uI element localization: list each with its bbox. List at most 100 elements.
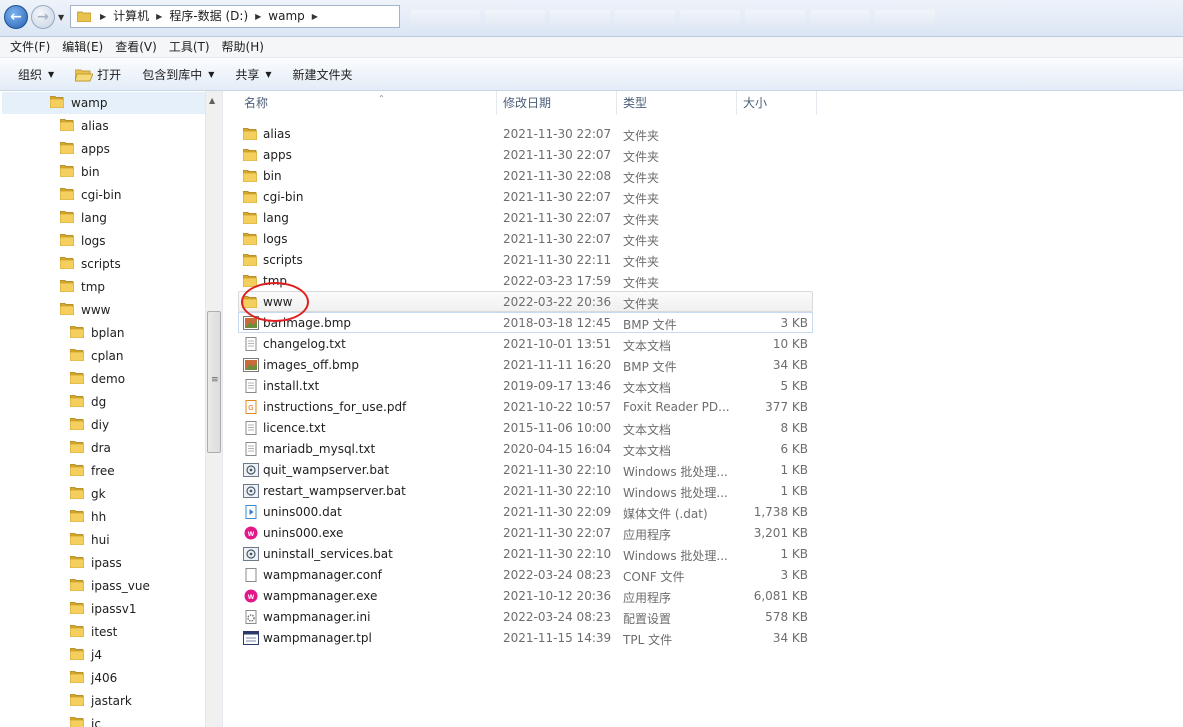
nav-item[interactable]: free	[69, 460, 115, 482]
folder-icon	[69, 417, 85, 433]
menu-item[interactable]: 查看(V)	[109, 38, 163, 57]
nav-item[interactable]: dg	[69, 391, 106, 413]
nav-item[interactable]: itest	[69, 621, 117, 643]
file-date: 2022-03-24 08:23	[503, 610, 612, 624]
nav-item[interactable]: bplan	[69, 322, 125, 344]
file-row[interactable]: unins000.dat 2021-11-30 22:09 媒体文件 (.dat) 1…	[238, 501, 813, 522]
menu-item[interactable]: 工具(T)	[163, 38, 216, 57]
navigation-pane[interactable]: wamp alias apps bin cgi-bin lang logs scripts tm…	[0, 91, 205, 727]
file-row[interactable]: restart_wampserver.bat 2021-11-30 22:10 Wi…	[238, 480, 813, 501]
nav-item[interactable]: dra	[69, 437, 111, 459]
folder-icon	[59, 164, 75, 180]
file-type: 文件夹	[623, 255, 660, 269]
menu-item[interactable]: 帮助(H)	[216, 38, 270, 57]
open-button[interactable]: 打开	[67, 63, 129, 87]
nav-item[interactable]: scripts	[59, 253, 121, 275]
file-row[interactable]: mariadb_mysql.txt 2020-04-15 16:04 文本文档 6 K…	[238, 438, 813, 459]
column-header-type[interactable]: 类型	[617, 91, 737, 115]
file-name: instructions_for_use.pdf	[263, 400, 407, 414]
scroll-thumb[interactable]: ≡	[207, 311, 221, 453]
breadcrumb-separator-icon[interactable]: ▶	[255, 9, 261, 24]
nav-item[interactable]: tmp	[59, 276, 105, 298]
breadcrumb-separator-icon[interactable]: ▶	[100, 9, 106, 24]
back-button[interactable]: ←	[4, 5, 28, 29]
nav-item[interactable]: demo	[69, 368, 125, 390]
file-type: Windows 批处理...	[623, 486, 728, 500]
file-type: 文件夹	[623, 297, 660, 311]
file-row[interactable]: cgi-bin 2021-11-30 22:07 文件夹	[238, 186, 813, 207]
nav-item[interactable]: logs	[59, 230, 106, 252]
file-row[interactable]: barimage.bmp 2018-03-18 12:45 BMP 文件 3 KB	[238, 312, 813, 333]
column-header-date[interactable]: 修改日期	[497, 91, 617, 115]
nav-scrollbar[interactable]: ▲ ≡	[205, 91, 222, 727]
file-date: 2021-11-11 16:20	[503, 358, 612, 372]
include-in-library-button[interactable]: 包含到库中 ▼	[134, 63, 222, 87]
nav-item[interactable]: gk	[69, 483, 106, 505]
file-row[interactable]: bin 2021-11-30 22:08 文件夹	[238, 165, 813, 186]
file-date: 2021-11-30 22:10	[503, 484, 612, 498]
file-row[interactable]: Ginstructions_for_use.pdf 2021-10-22 10:5…	[238, 396, 813, 417]
column-header-name[interactable]: 名称 ⌃	[238, 91, 497, 115]
file-name: lang	[263, 211, 289, 225]
file-size: 3 KB	[780, 316, 808, 330]
file-row[interactable]: scripts 2021-11-30 22:11 文件夹	[238, 249, 813, 270]
new-folder-button[interactable]: 新建文件夹	[285, 63, 361, 87]
file-row[interactable]: wampmanager.conf 2022-03-24 08:23 CONF 文件 3…	[238, 564, 813, 585]
nav-item[interactable]: hh	[69, 506, 106, 528]
share-button[interactable]: 共享 ▼	[227, 63, 279, 87]
nav-item[interactable]: www	[59, 299, 110, 321]
nav-item[interactable]: cgi-bin	[59, 184, 121, 206]
file-row[interactable]: apps 2021-11-30 22:07 文件夹	[238, 144, 813, 165]
nav-item[interactable]: jastark	[69, 690, 132, 712]
scroll-up-arrow-icon[interactable]: ▲	[209, 96, 215, 105]
folder-icon	[69, 325, 85, 341]
nav-item[interactable]: alias	[59, 115, 109, 137]
file-row[interactable]: wampmanager.ini 2022-03-24 08:23 配置设置 578 K…	[238, 606, 813, 627]
file-row[interactable]: changelog.txt 2021-10-01 13:51 文本文档 10 KB	[238, 333, 813, 354]
nav-item[interactable]: ipassv1	[69, 598, 137, 620]
nav-item[interactable]: jc	[69, 713, 101, 727]
nav-item[interactable]: hui	[69, 529, 110, 551]
file-type: 文件夹	[623, 276, 660, 290]
file-row[interactable]: w unins000.exe 2021-11-30 22:07 应用程序 3,201 K…	[238, 522, 813, 543]
nav-item[interactable]: cplan	[69, 345, 124, 367]
file-row[interactable]: w wampmanager.exe 2021-10-12 20:36 应用程序 6,08…	[238, 585, 813, 606]
menu-item[interactable]: 文件(F)	[4, 38, 56, 57]
nav-item-selected[interactable]: wamp	[2, 92, 205, 114]
file-row[interactable]: quit_wampserver.bat 2021-11-30 22:10 Windo…	[238, 459, 813, 480]
nav-item[interactable]: lang	[59, 207, 107, 229]
breadcrumb-item[interactable]: 程序-数据 (D:)	[169, 9, 248, 24]
forward-button[interactable]: →	[31, 5, 55, 29]
breadcrumb-separator-icon[interactable]: ▶	[312, 9, 318, 24]
nav-item[interactable]: j4	[69, 644, 102, 666]
breadcrumb-item[interactable]: wamp	[268, 9, 304, 24]
address-box[interactable]: ▶ 计算机 ▶ 程序-数据 (D:) ▶ wamp ▶	[70, 5, 400, 28]
folder-icon	[242, 253, 259, 267]
file-row[interactable]: logs 2021-11-30 22:07 文件夹	[238, 228, 813, 249]
column-name-label: 名称	[244, 96, 269, 110]
breadcrumb-item[interactable]: 计算机	[113, 9, 149, 24]
file-row[interactable]: images_off.bmp 2021-11-11 16:20 BMP 文件 34 K…	[238, 354, 813, 375]
breadcrumb-separator-icon[interactable]: ▶	[156, 9, 162, 24]
file-row[interactable]: www 2022-03-22 20:36 文件夹	[238, 291, 813, 312]
nav-item[interactable]: ipass_vue	[69, 575, 150, 597]
file-row[interactable]: lang 2021-11-30 22:07 文件夹	[238, 207, 813, 228]
file-row[interactable]: licence.txt 2015-11-06 10:00 文本文档 8 KB	[238, 417, 813, 438]
file-row[interactable]: install.txt 2019-09-17 13:46 文本文档 5 KB	[238, 375, 813, 396]
file-row[interactable]: alias 2021-11-30 22:07 文件夹	[238, 123, 813, 144]
folder-icon	[69, 348, 85, 364]
nav-item[interactable]: diy	[69, 414, 109, 436]
recent-pages-dropdown-icon[interactable]: ▼	[58, 13, 64, 22]
organize-button[interactable]: 组织 ▼	[10, 63, 62, 87]
nav-item[interactable]: ipass	[69, 552, 122, 574]
nav-item[interactable]: bin	[59, 161, 100, 183]
file-row[interactable]: wampmanager.tpl 2021-11-15 14:39 TPL 文件 34 …	[238, 627, 813, 648]
menu-item[interactable]: 编辑(E)	[56, 38, 109, 57]
column-header-size[interactable]: 大小	[737, 91, 817, 115]
file-date: 2021-10-22 10:57	[503, 400, 612, 414]
nav-item[interactable]: apps	[59, 138, 110, 160]
nav-item[interactable]: j406	[69, 667, 117, 689]
file-row[interactable]: tmp 2022-03-23 17:59 文件夹	[238, 270, 813, 291]
file-row[interactable]: uninstall_services.bat 2021-11-30 22:10 Wi…	[238, 543, 813, 564]
file-size: 1 KB	[780, 547, 808, 561]
